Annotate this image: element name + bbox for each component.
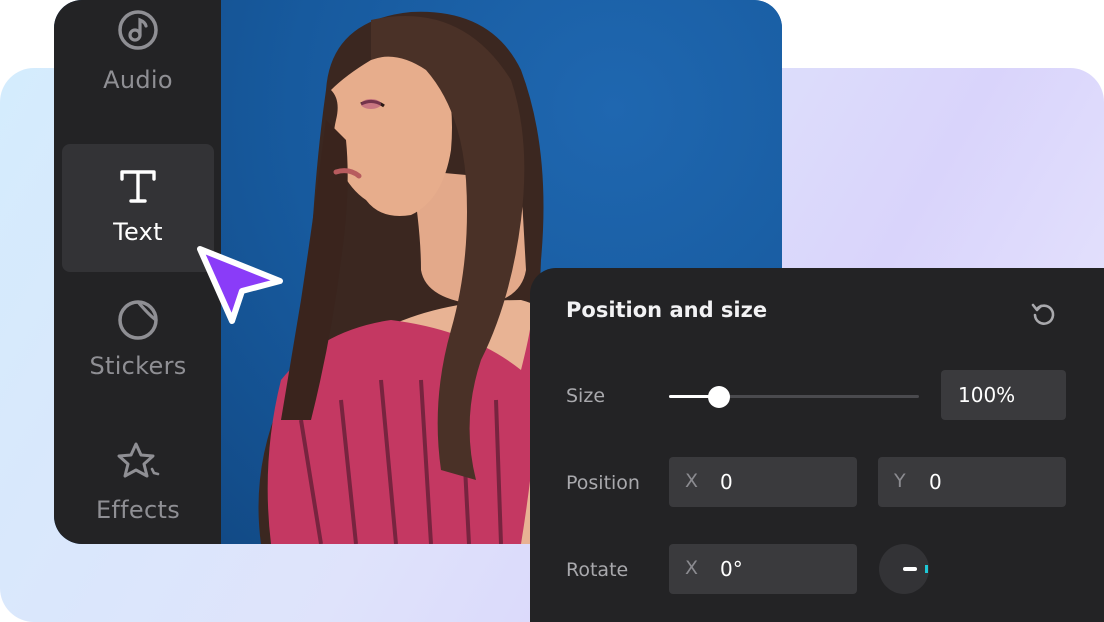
position-x-axis-label: X: [685, 470, 699, 492]
rotate-x-field[interactable]: X 0°: [669, 544, 857, 594]
sidebar-item-text[interactable]: Text: [62, 144, 214, 272]
position-y-axis-label: Y: [894, 470, 906, 492]
pointer-cursor-icon: [194, 243, 288, 327]
music-note-icon: [62, 8, 214, 52]
slider-thumb[interactable]: [708, 386, 730, 408]
size-label: Size: [566, 385, 606, 407]
position-x-value: 0: [720, 470, 733, 494]
position-y-field[interactable]: Y 0: [878, 457, 1066, 507]
position-y-value: 0: [929, 470, 942, 494]
text-t-icon: [62, 164, 214, 208]
dial-handle: [903, 567, 917, 571]
sidebar-item-label: Effects: [95, 496, 181, 524]
stage: Audio Text Stickers Effects Position and…: [0, 0, 1104, 622]
size-slider[interactable]: [669, 385, 919, 409]
rotate-x-axis-label: X: [685, 557, 699, 579]
panel-title: Position and size: [566, 298, 768, 322]
rotate-x-value: 0°: [720, 557, 743, 581]
size-value-field[interactable]: 100%: [941, 370, 1066, 420]
position-label: Position: [566, 472, 640, 494]
sidebar-item-label: Text: [113, 218, 163, 246]
rotate-label: Rotate: [566, 559, 629, 581]
rotate-dial[interactable]: [879, 544, 929, 594]
sidebar-item-label: Stickers: [89, 352, 187, 380]
sidebar-item-label: Audio: [103, 66, 173, 94]
star-effects-icon: [62, 440, 214, 484]
position-size-panel: Position and size Size 100% Position X 0…: [530, 268, 1104, 622]
position-x-field[interactable]: X 0: [669, 457, 857, 507]
size-value: 100%: [958, 383, 1016, 407]
reset-icon[interactable]: [1028, 298, 1060, 330]
sidebar-item-audio[interactable]: Audio: [62, 0, 214, 120]
sidebar-item-stickers[interactable]: Stickers: [62, 288, 214, 416]
dial-indicator: [925, 565, 928, 573]
sidebar-item-effects[interactable]: Effects: [62, 432, 214, 544]
sticker-icon: [62, 298, 214, 342]
